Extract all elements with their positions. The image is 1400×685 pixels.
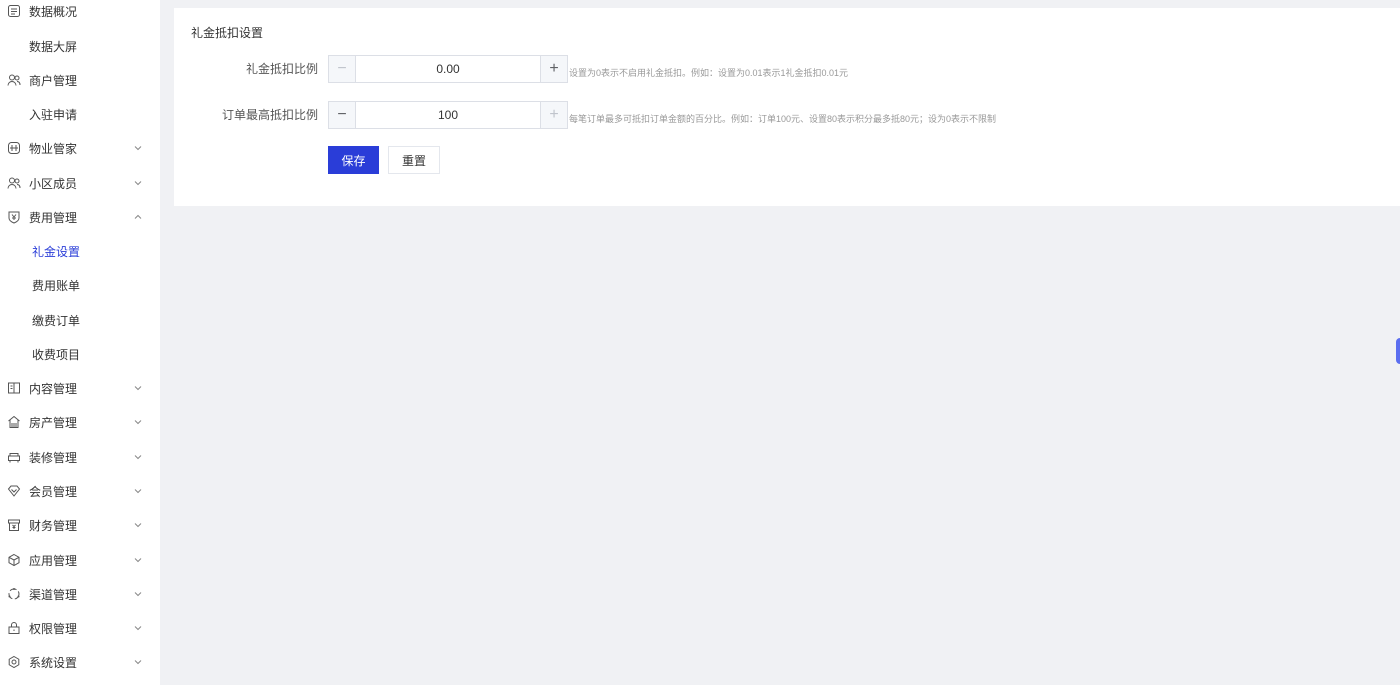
users-icon bbox=[7, 73, 21, 87]
sidebar-item-content[interactable]: 内容管理 bbox=[0, 371, 160, 405]
save-button[interactable]: 保存 bbox=[328, 146, 379, 174]
sidebar-item-label: 小区成员 bbox=[29, 176, 78, 191]
chevron-down-icon bbox=[133, 520, 143, 530]
chevron-down-icon bbox=[133, 486, 143, 496]
gift-ratio-input[interactable] bbox=[356, 56, 540, 82]
dashboard-icon bbox=[7, 4, 21, 18]
book-icon bbox=[7, 381, 21, 395]
sidebar-item-label: 会员管理 bbox=[29, 484, 78, 499]
chevron-down-icon bbox=[133, 657, 143, 667]
max-deduction-label: 订单最高抵扣比例 bbox=[221, 108, 318, 122]
sidebar-item-label: 财务管理 bbox=[29, 518, 78, 533]
sidebar-item-label: 数据大屏 bbox=[29, 39, 78, 54]
chevron-down-icon bbox=[133, 589, 143, 599]
reset-button[interactable]: 重置 bbox=[388, 146, 440, 174]
sidebar-item-fee-management[interactable]: 费用管理 bbox=[0, 200, 160, 234]
cycle-icon bbox=[7, 587, 21, 601]
chevron-down-icon bbox=[133, 555, 143, 565]
sidebar-item-label: 收费项目 bbox=[32, 347, 81, 362]
sidebar-item-label: 渠道管理 bbox=[29, 587, 78, 602]
max-deduction-input[interactable] bbox=[356, 102, 540, 128]
chevron-down-icon bbox=[133, 452, 143, 462]
building-icon bbox=[7, 141, 21, 155]
decrement-button[interactable]: − bbox=[329, 56, 356, 82]
chevron-up-icon bbox=[133, 212, 143, 222]
sidebar-item-real-estate[interactable]: 房产管理 bbox=[0, 405, 160, 439]
gear-icon bbox=[7, 655, 21, 669]
yuan-shield-icon bbox=[7, 210, 21, 224]
users-icon bbox=[7, 176, 21, 190]
sofa-icon bbox=[7, 450, 21, 464]
gift-ratio-stepper: − + bbox=[328, 55, 568, 83]
sidebar-item-label: 系统设置 bbox=[29, 655, 78, 670]
sidebar-item-label: 房产管理 bbox=[29, 415, 78, 430]
sidebar-item-charge-items[interactable]: 收费项目 bbox=[0, 337, 160, 371]
chevron-down-icon bbox=[133, 143, 143, 153]
sidebar-item-channels[interactable]: 渠道管理 bbox=[0, 577, 160, 611]
chevron-down-icon bbox=[133, 178, 143, 188]
diamond-icon bbox=[7, 484, 21, 498]
sidebar-item-label: 缴费订单 bbox=[32, 313, 81, 328]
sidebar-item-gift-settings[interactable]: 礼金设置 bbox=[0, 234, 160, 268]
sidebar-item-data-screen[interactable]: 数据大屏 bbox=[0, 29, 160, 63]
increment-button[interactable]: + bbox=[540, 56, 567, 82]
sidebar-item-finance[interactable]: 财务管理 bbox=[0, 508, 160, 542]
decrement-button[interactable]: − bbox=[329, 102, 356, 128]
gift-deduction-settings-card: 礼金抵扣设置 礼金抵扣比例 − + 设置为0表示不启用礼金抵扣。例如：设置为0.… bbox=[174, 8, 1400, 206]
sidebar-item-community-members[interactable]: 小区成员 bbox=[0, 166, 160, 200]
sidebar-item-label: 权限管理 bbox=[29, 621, 78, 636]
gift-ratio-hint: 设置为0表示不启用礼金抵扣。例如：设置为0.01表示1礼金抵扣0.01元 bbox=[569, 68, 849, 78]
sidebar-item-label: 费用管理 bbox=[29, 210, 78, 225]
sidebar-item-merchant[interactable]: 商户管理 bbox=[0, 63, 160, 97]
sidebar-item-members[interactable]: 会员管理 bbox=[0, 474, 160, 508]
sidebar-item-system-settings[interactable]: 系统设置 bbox=[0, 645, 160, 679]
house-icon bbox=[7, 415, 21, 429]
chevron-down-icon bbox=[133, 383, 143, 393]
sidebar-item-settle-apply[interactable]: 入驻申请 bbox=[0, 97, 160, 131]
page-title: 礼金抵扣设置 bbox=[191, 26, 264, 40]
max-deduction-hint: 每笔订单最多可抵扣订单金额的百分比。例如：订单100元、设置80表示积分最多抵8… bbox=[569, 114, 997, 124]
sidebar-item-fee-bills[interactable]: 费用账单 bbox=[0, 268, 160, 302]
max-deduction-stepper: − + bbox=[328, 101, 568, 129]
sidebar: 数据概况 数据大屏 商户管理 入驻申请 物业管家 小区成员 费用管理 礼金设置 … bbox=[0, 0, 160, 685]
sidebar-item-label: 物业管家 bbox=[29, 141, 78, 156]
sidebar-item-label: 数据概况 bbox=[29, 4, 78, 19]
sidebar-item-data-overview[interactable]: 数据概况 bbox=[0, 0, 160, 28]
sidebar-item-payment-orders[interactable]: 缴费订单 bbox=[0, 303, 160, 337]
floating-side-tab[interactable] bbox=[1396, 338, 1400, 364]
lock-icon bbox=[7, 621, 21, 635]
sidebar-item-label: 内容管理 bbox=[29, 381, 78, 396]
sidebar-item-applications[interactable]: 应用管理 bbox=[0, 543, 160, 577]
cube-icon bbox=[7, 553, 21, 567]
sidebar-item-permissions[interactable]: 权限管理 bbox=[0, 611, 160, 645]
increment-button[interactable]: + bbox=[540, 102, 567, 128]
sidebar-item-label: 费用账单 bbox=[32, 278, 81, 293]
sidebar-item-label: 应用管理 bbox=[29, 553, 78, 568]
gift-ratio-label: 礼金抵扣比例 bbox=[245, 62, 318, 76]
chevron-down-icon bbox=[133, 623, 143, 633]
wallet-icon bbox=[7, 518, 21, 532]
sidebar-item-decoration[interactable]: 装修管理 bbox=[0, 440, 160, 474]
sidebar-item-label: 入驻申请 bbox=[29, 107, 78, 122]
sidebar-item-label: 商户管理 bbox=[29, 73, 78, 88]
sidebar-item-label: 装修管理 bbox=[29, 450, 78, 465]
chevron-down-icon bbox=[133, 417, 143, 427]
sidebar-item-label: 礼金设置 bbox=[32, 244, 81, 259]
sidebar-item-property-butler[interactable]: 物业管家 bbox=[0, 131, 160, 165]
